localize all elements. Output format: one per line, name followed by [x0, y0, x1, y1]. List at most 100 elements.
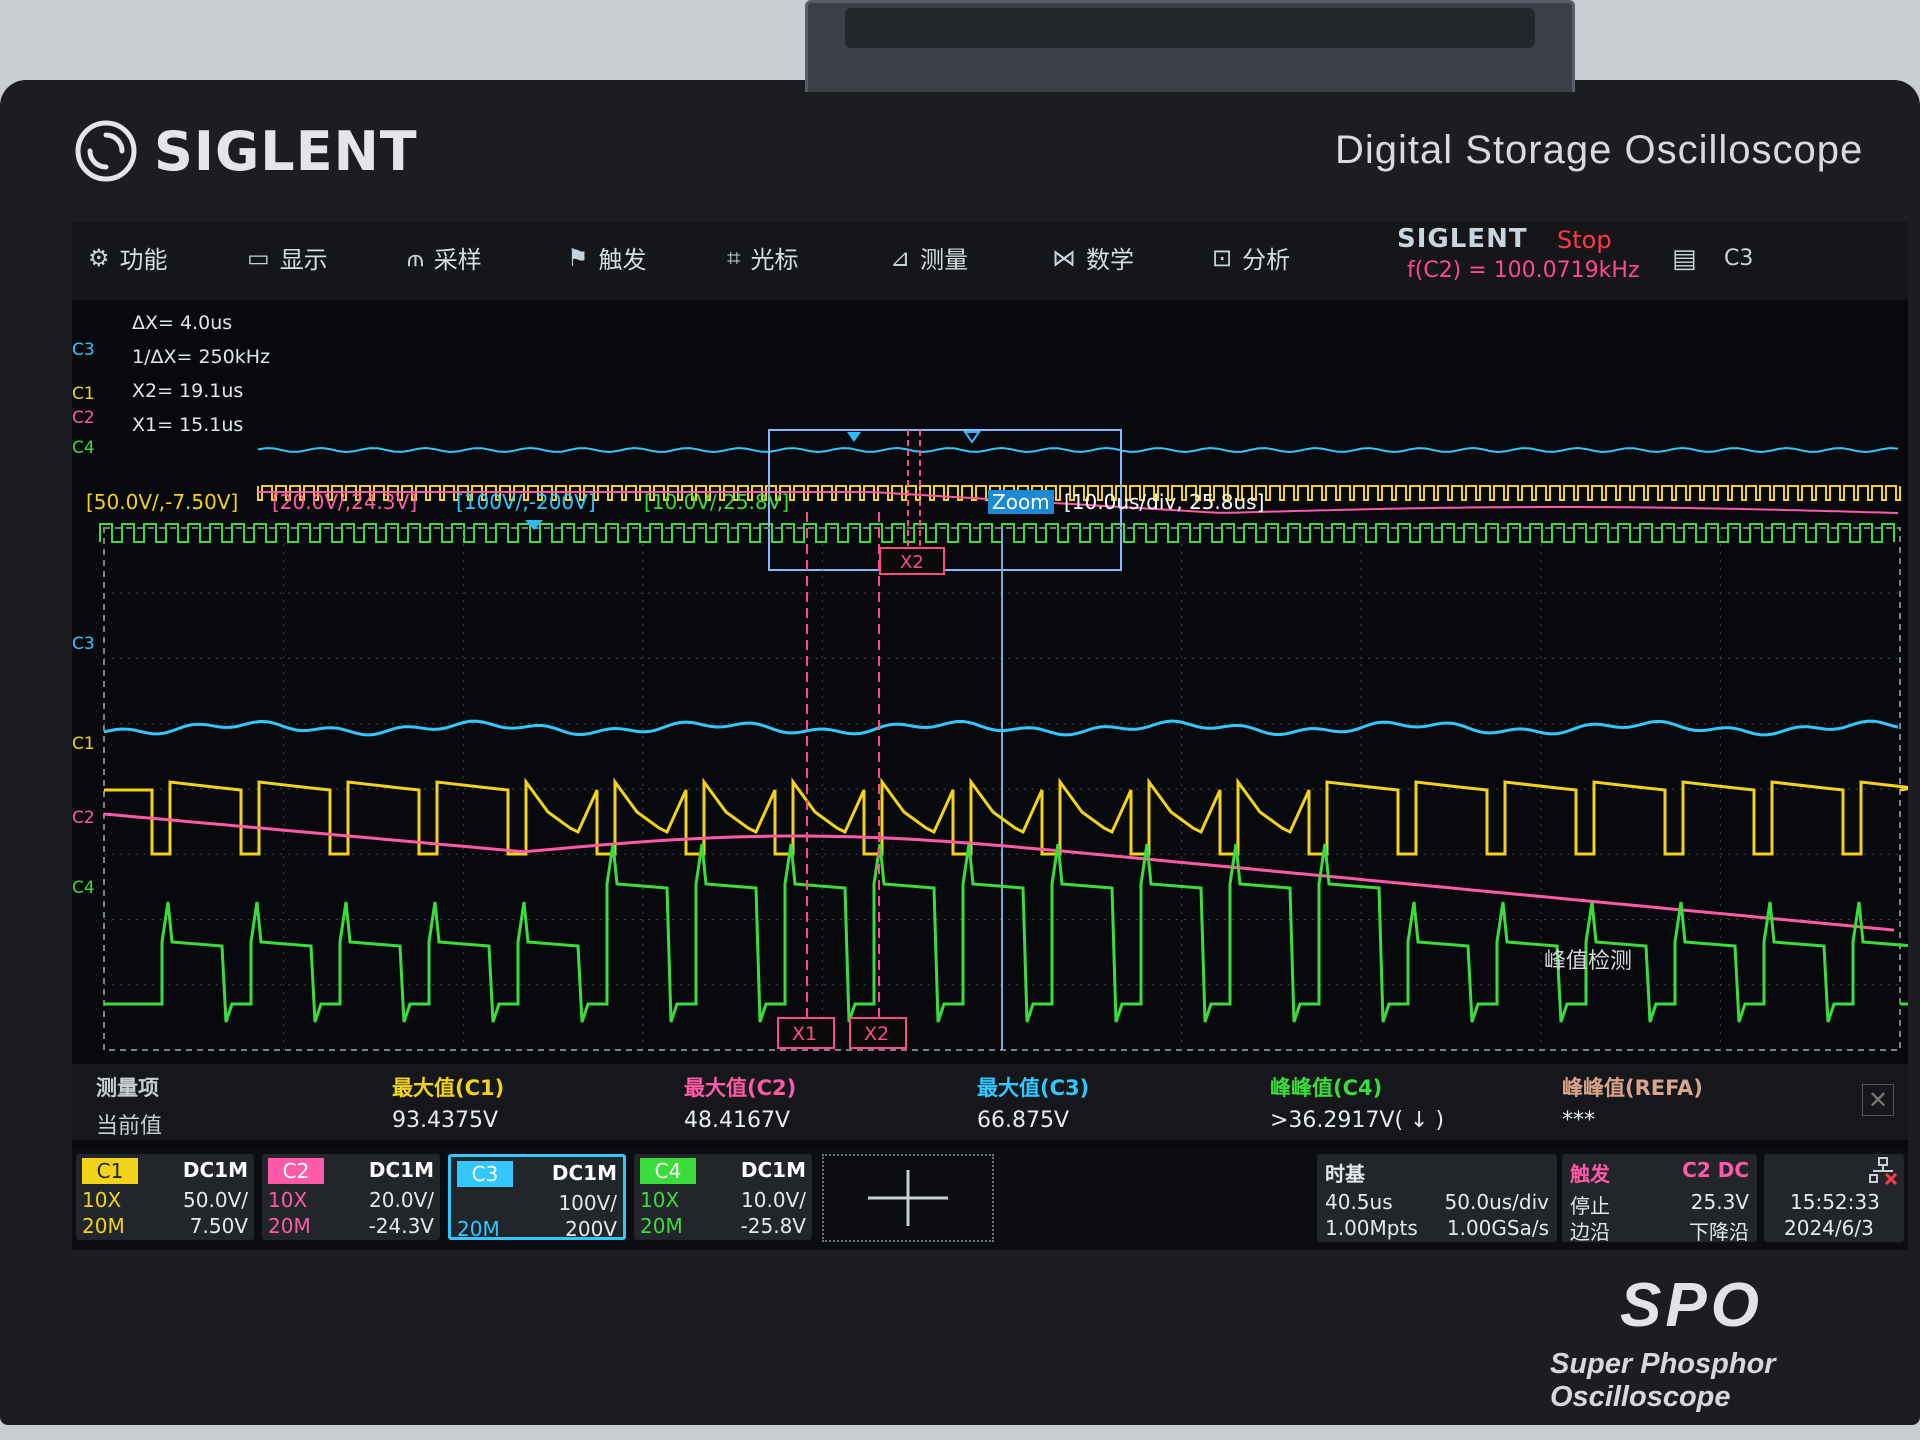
analysis-icon: ⊡	[1212, 243, 1233, 272]
clock-time: 15:52:33	[1790, 1190, 1880, 1214]
timebase-delay: 40.5us	[1325, 1190, 1393, 1214]
overview-trace-c3	[257, 446, 1899, 454]
main-marker-c2[interactable]: C2	[72, 808, 95, 828]
menu-cursor[interactable]: ⌗ 光标	[727, 240, 799, 275]
status-bar: C1 DC1M 10X 50.0V/ 20M 7.50V C2 DC1M 10X…	[72, 1148, 1908, 1250]
trace-c4	[104, 843, 1908, 1023]
trigger-source-indicator: C3	[1724, 246, 1754, 271]
channel-bw-c3: 20M	[457, 1217, 500, 1241]
menu-analysis[interactable]: ⊡ 分析	[1212, 240, 1290, 275]
menu-math-label: 数学	[1086, 246, 1134, 274]
series-logo: SPO	[1620, 1271, 1763, 1340]
measure-icon: ⊿	[890, 243, 911, 272]
channel-bw-c4: 20M	[640, 1214, 683, 1238]
menu-trigger[interactable]: ⚑ 触发	[567, 240, 647, 275]
trigger-title: 触发	[1570, 1162, 1610, 1186]
channel-probe-c2: 10X	[268, 1188, 308, 1212]
overview-marker-c1: C1	[72, 384, 95, 404]
model-name: Digital Storage Oscilloscope	[1335, 128, 1864, 172]
c3-scale-label: [100V/,-200V]	[456, 490, 596, 514]
timebase-box[interactable]: 时基 40.5us 50.0us/div 1.00Mpts 1.00GSa/s	[1317, 1154, 1557, 1242]
display-icon: ▭	[247, 243, 270, 272]
menu-function-label: 功能	[119, 246, 168, 274]
main-marker-c4[interactable]: C4	[72, 878, 95, 898]
measurement-name-c1[interactable]: 最大值(C1)	[392, 1072, 504, 1100]
measurement-value-c4: >36.2917V( ↓ )	[1270, 1108, 1445, 1133]
channel-probe-c4: 10X	[640, 1188, 680, 1212]
channel-coupling-c3: DC1M	[551, 1161, 617, 1185]
overview-marker-c4: C4	[72, 438, 95, 458]
measurement-name-c3[interactable]: 最大值(C3)	[977, 1072, 1089, 1100]
menu-measure-label: 测量	[920, 246, 969, 274]
channel-offset-c4: -25.8V	[740, 1214, 806, 1238]
measurement-value-c2: 48.4167V	[684, 1108, 791, 1133]
c2-scale-label: [20.0V/,24.3V]	[272, 490, 418, 514]
timebase-sample-rate: 1.00GSa/s	[1446, 1216, 1549, 1240]
cursor-icon: ⌗	[727, 243, 741, 272]
carry-handle-grip	[845, 8, 1535, 48]
trigger-box[interactable]: 触发 C2 DC 停止 25.3V 边沿 下降沿	[1562, 1154, 1757, 1244]
measurement-value-label: 当前值	[96, 1114, 163, 1139]
run-stop-status[interactable]: Stop	[1557, 226, 1612, 254]
channel-box-c1[interactable]: C1 DC1M 10X 50.0V/ 20M 7.50V	[76, 1154, 254, 1240]
channel-vdiv-c1: 50.0V/	[183, 1188, 248, 1212]
main-marker-c3[interactable]: C3	[72, 634, 95, 654]
menu-measure[interactable]: ⊿ 测量	[890, 240, 968, 275]
measurement-bar: 测量项 当前值 最大值(C1) 93.4375V 最大值(C2) 48.4167…	[72, 1064, 1908, 1140]
add-channel-button[interactable]	[822, 1154, 994, 1242]
channel-coupling-c2: DC1M	[368, 1158, 434, 1182]
overview-position-marker	[963, 431, 981, 444]
peak-detect-annotation: 峰值检测	[1544, 949, 1632, 974]
clock-date: 2024/6/3	[1784, 1216, 1874, 1240]
channel-probe-c1: 10X	[82, 1188, 122, 1212]
overview-marker-c2: C2	[72, 408, 95, 428]
measurement-name-c2[interactable]: 最大值(C2)	[684, 1072, 796, 1100]
acquire-icon: ⫙	[407, 243, 424, 272]
menu-display[interactable]: ▭ 显示	[247, 240, 328, 275]
flag-icon: ⚑	[567, 243, 589, 272]
c4-scale-label: [10.0V/,25.8V]	[644, 490, 790, 514]
brand-name: SIGLENT	[154, 119, 418, 183]
trace-c2	[103, 812, 1895, 932]
cursor-x1-value: X1= 15.1us	[132, 414, 244, 436]
zoom-timebase: [10.0us/div, 25.8us]	[1064, 490, 1265, 514]
series-name: Super Phosphor Oscilloscope	[1550, 1348, 1776, 1413]
channel-box-c4[interactable]: C4 DC1M 10X 10.0V/ 20M -25.8V	[634, 1154, 812, 1240]
channel-coupling-c4: DC1M	[740, 1158, 806, 1182]
channel-box-c3[interactable]: C3 DC1M 100V/ 20M 200V	[448, 1154, 626, 1241]
measurement-value-refa: ***	[1562, 1108, 1595, 1133]
cursor-x2-value: X2= 19.1us	[132, 380, 244, 402]
measurement-value-c1: 93.4375V	[392, 1108, 499, 1133]
zoom-waveform-area: X1 X2 峰值检测	[103, 512, 1908, 1052]
main-marker-c1[interactable]: C1	[72, 734, 95, 754]
channel-vdiv-c3: 100V/	[558, 1191, 617, 1215]
menu-math[interactable]: ⋈ 数学	[1052, 240, 1134, 275]
memory-icon: ▤	[1672, 244, 1697, 274]
close-measurement-icon[interactable]: ✕	[1862, 1084, 1894, 1116]
menu-analysis-label: 分析	[1242, 246, 1291, 274]
menu-display-label: 显示	[279, 246, 328, 274]
menu-function[interactable]: ⚙ 功能	[88, 240, 168, 275]
channel-tag-c4: C4	[640, 1158, 696, 1184]
cursor-inverse-delta: 1/ΔX= 250kHz	[132, 346, 270, 368]
trigger-slope: 下降沿	[1689, 1220, 1749, 1244]
measurement-value-c3: 66.875V	[977, 1108, 1070, 1133]
channel-tag-c1: C1	[82, 1158, 138, 1184]
channel-box-c2[interactable]: C2 DC1M 10X 20.0V/ 20M -24.3V	[262, 1154, 440, 1240]
timebase-memory-depth: 1.00Mpts	[1325, 1216, 1418, 1240]
channel-coupling-c1: DC1M	[182, 1158, 248, 1182]
channel-vdiv-c4: 10.0V/	[741, 1188, 806, 1212]
timebase-title: 时基	[1325, 1162, 1365, 1186]
cursor-x2-label: X2	[864, 1023, 889, 1045]
cursor-delta-x: ΔX= 4.0us	[132, 312, 233, 334]
measurement-header-label: 测量项	[96, 1076, 159, 1100]
measurement-name-c4[interactable]: 峰峰值(C4)	[1270, 1072, 1382, 1100]
trigger-mode: 停止	[1570, 1194, 1610, 1218]
zoom-badge[interactable]: Zoom	[988, 490, 1054, 514]
gear-icon: ⚙	[88, 243, 110, 272]
network-disconnected-icon[interactable]	[1868, 1156, 1898, 1186]
channel-tag-c2: C2	[268, 1158, 324, 1184]
channel-offset-c1: 7.50V	[189, 1214, 248, 1238]
measurement-name-refa[interactable]: 峰峰值(REFA)	[1562, 1072, 1703, 1100]
menu-acquire[interactable]: ⫙ 采样	[407, 240, 482, 275]
